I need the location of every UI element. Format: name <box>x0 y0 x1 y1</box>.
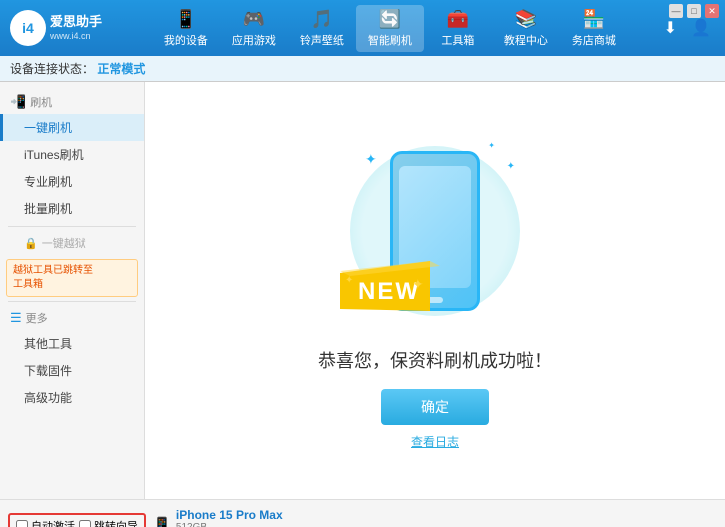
tab-toolbox[interactable]: 🧰 工具箱 <box>424 5 492 52</box>
header: i4 爱思助手 www.i4.cn 📱 我的设备 🎮 应用游戏 🎵 铃声壁纸 🔄 <box>0 0 725 56</box>
auto-activate-label[interactable]: 自动激活 <box>16 518 75 527</box>
svg-text:✦: ✦ <box>345 275 353 286</box>
guide-activate-label[interactable]: 跳转向导 <box>79 518 138 527</box>
sidebar-divider-2 <box>8 301 136 302</box>
flash-section-icon: 📲 <box>10 94 26 110</box>
view-log-link[interactable]: 查看日志 <box>411 433 459 450</box>
service-icon: 🏪 <box>583 9 605 30</box>
more-section-icon: ☰ <box>10 310 22 326</box>
my-device-icon: 📱 <box>175 9 197 30</box>
maximize-button[interactable]: □ <box>687 4 701 18</box>
user-button[interactable]: 👤 <box>687 14 715 42</box>
ringtones-icon: 🎵 <box>311 9 333 30</box>
sidebar: 📲 刷机 一键刷机 iTunes刷机 专业刷机 批量刷机 🔒 一键越狱 越狱工 <box>0 82 145 499</box>
tab-service[interactable]: 🏪 务店商城 <box>560 5 628 52</box>
new-banner-svg: NEW ✦ ✦ <box>340 261 440 321</box>
svg-text:NEW: NEW <box>358 278 420 305</box>
sidebar-divider-1 <box>8 226 136 227</box>
sidebar-item-itunes-flash[interactable]: iTunes刷机 <box>0 141 144 168</box>
svg-text:✦: ✦ <box>412 276 424 292</box>
sidebar-alert-box: 越狱工具已跳转至 工具箱 <box>6 259 138 297</box>
star-icon-2: ✦ <box>507 161 515 172</box>
sidebar-item-one-key-flash[interactable]: 一键刷机 <box>0 114 144 141</box>
auto-activate-checkbox[interactable] <box>16 520 28 527</box>
tab-app-games[interactable]: 🎮 应用游戏 <box>220 5 288 52</box>
nav-tabs: 📱 我的设备 🎮 应用游戏 🎵 铃声壁纸 🔄 智能刷机 🧰 工具箱 📚 <box>120 5 660 52</box>
sidebar-item-batch-flash[interactable]: 批量刷机 <box>0 195 144 222</box>
lock-icon: 🔒 <box>24 237 38 250</box>
device-phone-icon: 📱 <box>152 516 172 527</box>
app-games-icon: 🎮 <box>243 9 265 30</box>
breadcrumb: 设备连接状态： 正常模式 <box>0 56 725 82</box>
guide-activate-checkbox[interactable] <box>79 520 91 527</box>
sidebar-item-other-tools[interactable]: 其他工具 <box>0 330 144 357</box>
header-right: ⬇ 👤 <box>660 14 715 42</box>
download-button[interactable]: ⬇ <box>660 14 681 42</box>
logo-icon: i4 <box>10 10 46 46</box>
confirm-button[interactable]: 确定 <box>381 389 489 425</box>
content-area: NEW ✦ ✦ ✦ ✦ ✦ 恭喜您，保资料刷机成功啦！ 确定 查看日志 <box>145 82 725 499</box>
sidebar-item-advanced[interactable]: 高级功能 <box>0 384 144 411</box>
sidebar-item-pro-flash[interactable]: 专业刷机 <box>0 168 144 195</box>
more-section-header: ☰ 更多 <box>0 306 144 330</box>
logo-area: i4 爱思助手 www.i4.cn <box>10 10 120 46</box>
auto-activate-box: 自动激活 跳转向导 <box>8 513 146 527</box>
tutorials-icon: 📚 <box>515 9 537 30</box>
device-section: 📱 iPhone 15 Pro Max 512GB iPhone <box>152 508 283 527</box>
smart-flash-icon: 🔄 <box>379 9 401 30</box>
device-info-block: iPhone 15 Pro Max 512GB iPhone <box>176 508 283 527</box>
success-title: 恭喜您，保资料刷机成功啦！ <box>318 347 552 373</box>
minimize-button[interactable]: — <box>669 4 683 18</box>
tab-smart-flash[interactable]: 🔄 智能刷机 <box>356 5 424 52</box>
new-banner: NEW ✦ ✦ <box>340 261 440 321</box>
bottom-bar: 自动激活 跳转向导 📱 iPhone 15 Pro Max 512GB iPho… <box>0 499 725 527</box>
tab-my-device[interactable]: 📱 我的设备 <box>152 5 220 52</box>
main-content: 📲 刷机 一键刷机 iTunes刷机 专业刷机 批量刷机 🔒 一键越狱 越狱工 <box>0 82 725 499</box>
star-icon-3: ✦ <box>488 141 495 150</box>
star-icon-1: ✦ <box>365 151 377 168</box>
window-controls: — □ ✕ <box>669 4 719 18</box>
logo-text: 爱思助手 www.i4.cn <box>50 14 102 43</box>
flash-section-header: 📲 刷机 <box>0 90 144 114</box>
sidebar-disabled-jailbreak: 🔒 一键越狱 <box>0 231 144 255</box>
success-illustration: NEW ✦ ✦ ✦ ✦ ✦ <box>335 131 535 331</box>
toolbox-icon: 🧰 <box>447 9 469 30</box>
sidebar-item-download-firmware[interactable]: 下载固件 <box>0 357 144 384</box>
close-button[interactable]: ✕ <box>705 4 719 18</box>
tab-tutorials[interactable]: 📚 教程中心 <box>492 5 560 52</box>
tab-ringtones[interactable]: 🎵 铃声壁纸 <box>288 5 356 52</box>
